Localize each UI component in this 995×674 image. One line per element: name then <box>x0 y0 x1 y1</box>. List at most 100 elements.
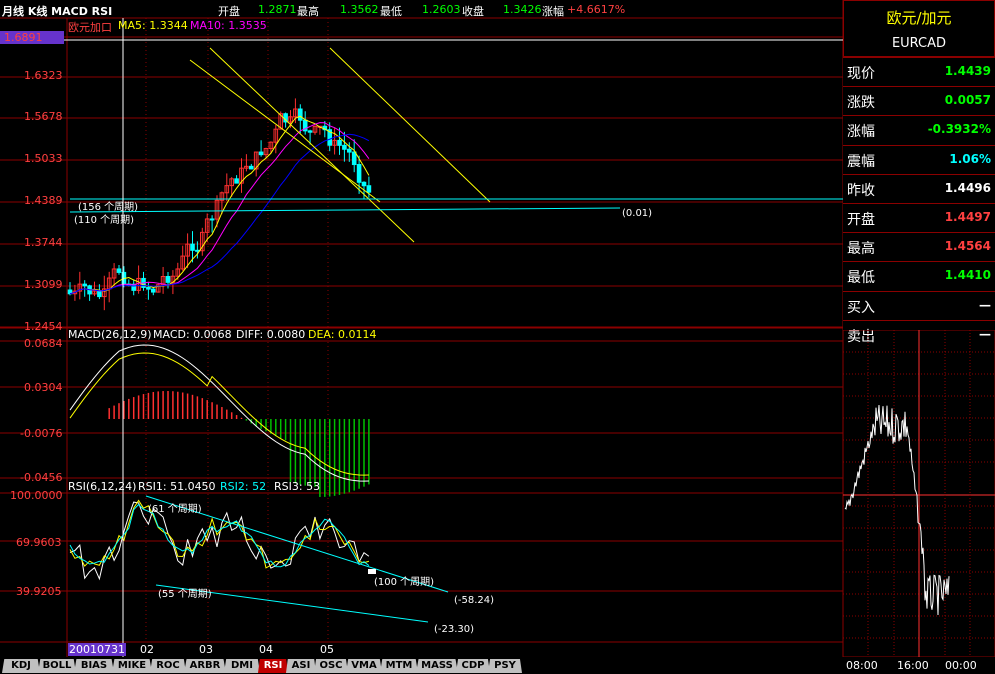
rsi1-line <box>69 501 370 581</box>
macd-value: MACD: 0.0068 <box>153 328 232 341</box>
candle-body <box>307 130 313 133</box>
tab-vma[interactable]: VMA <box>346 659 382 673</box>
tab-mass[interactable]: MASS <box>416 659 458 673</box>
rsi-tick-1: 69.9603 <box>16 536 62 549</box>
candle-body <box>351 151 357 166</box>
macd-dea: DEA: 0.0114 <box>308 328 377 341</box>
candle-body <box>298 108 303 121</box>
x-axis-label-03: 03 <box>199 643 213 656</box>
candle-body <box>361 181 367 187</box>
macd-tick-1: 0.0304 <box>24 381 63 394</box>
tab-mtm[interactable]: MTM <box>380 659 418 673</box>
quote-row-value: 0.0057 <box>944 93 991 108</box>
trend-line <box>189 59 381 203</box>
quote-row-label: 最高 <box>847 241 875 258</box>
indicator-tabs: KDJ BOLL BIAS MIKE ROC ARBR DMI RSI ASI OSC VMA MTM… <box>0 657 843 674</box>
quote-symbol-name: 欧元/加元 <box>886 9 952 27</box>
candle-body <box>195 249 200 252</box>
rsi-series <box>69 495 449 623</box>
price-tick-6: 1.3099 <box>24 278 63 291</box>
tab-dmi[interactable]: DMI <box>224 659 260 673</box>
macd-tick-2: -0.0076 <box>20 427 63 440</box>
quote-row-label: 现价 <box>847 66 875 82</box>
x-axis-label-02: 02 <box>140 643 154 656</box>
candle-body <box>356 164 362 183</box>
tab-osc[interactable]: OSC <box>314 659 348 673</box>
quote-row: 最高 1.4564 <box>843 232 995 260</box>
macd-diff: DIFF: 0.0080 <box>236 328 306 341</box>
price-tick-7: 1.2454 <box>24 320 63 333</box>
annotation-110: (110 个周期) <box>74 215 135 226</box>
quote-row: 最低 1.4410 <box>843 261 995 289</box>
macd-tick-0: 0.0684 <box>24 337 63 350</box>
quote-row-label: 涨跌 <box>847 95 875 112</box>
quote-row: 昨收 1.4496 <box>843 173 995 202</box>
quote-row-value: 1.4497 <box>944 210 991 224</box>
candle-body <box>151 288 156 293</box>
kline-symbol-name: 欧元加口 <box>68 21 112 34</box>
tab-mike[interactable]: MIKE <box>112 659 152 673</box>
candle-body <box>342 144 347 150</box>
quote-row-label: 最低 <box>847 270 875 287</box>
rsi3-value: RSI3: 53 <box>274 480 321 493</box>
quote-row-label: 震幅 <box>847 153 875 170</box>
intraday-chart[interactable] <box>843 330 995 657</box>
x-axis-date: 20010731 <box>69 643 125 656</box>
tab-cdp[interactable]: CDP <box>456 659 490 673</box>
intraday-time-2: 00:00 <box>945 659 977 672</box>
quote-row: 开盘 1.4497 <box>843 203 995 231</box>
rsi2-value: RSI2: 52 <box>220 480 267 493</box>
quote-row-value: -0.3932% <box>927 122 991 137</box>
tab-asi[interactable]: ASI <box>286 659 316 673</box>
rsi-annotation-61: (61 个周期) <box>148 504 202 515</box>
x-axis-label-05: 05 <box>320 643 334 656</box>
quote-row: 涨跌 0.0057 <box>843 86 995 114</box>
quote-row: 震幅 1.06% <box>843 144 995 173</box>
price-tick-5: 1.3744 <box>24 236 63 249</box>
rsi-tick-0: 100.0000 <box>10 489 63 502</box>
intraday-grid <box>843 330 995 657</box>
quote-row-value: 1.4410 <box>944 268 991 283</box>
tab-bias[interactable]: BIAS <box>74 659 114 673</box>
quote-panel: 欧元/加元 EURCAD 现价 1.4439 涨跌 0.0057 涨幅 -0.3932% 震… <box>843 0 995 345</box>
rsi-annotation-100: (100 个周期) <box>374 577 435 588</box>
candle-body <box>209 218 215 221</box>
quote-row-value: 1.06% <box>949 151 991 166</box>
price-tick-4: 1.4389 <box>24 194 63 207</box>
rsi-annotation-2330: (-23.30) <box>434 624 475 635</box>
intraday-time-0: 08:00 <box>846 659 878 672</box>
candle-body <box>347 148 352 153</box>
candle-body <box>146 286 151 290</box>
quote-row-value: 1.4496 <box>944 180 991 195</box>
candle-body <box>234 178 239 184</box>
tab-roc[interactable]: ROC <box>150 659 186 673</box>
quote-row-value: — <box>979 297 991 312</box>
quote-row: 现价 1.4439 <box>843 57 995 85</box>
candle-body <box>366 185 372 193</box>
annotation-001: (0.01) <box>622 208 653 219</box>
tab-kdj[interactable]: KDJ <box>2 659 40 673</box>
candle-body <box>258 151 264 156</box>
tab-boll[interactable]: BOLL <box>38 659 76 673</box>
ma5-label: MA5: 1.3344 <box>118 19 188 32</box>
horizontal-line-110 <box>69 207 621 213</box>
tab-rsi[interactable]: RSI <box>258 659 288 673</box>
price-tick-0: 1.6891 <box>4 31 43 44</box>
tab-psy[interactable]: PSY <box>488 659 522 673</box>
candle-body <box>190 243 195 251</box>
macd-tick-3: -0.0456 <box>20 471 63 484</box>
quote-row-value: 1.4564 <box>944 239 991 254</box>
price-tick-1: 1.6323 <box>24 69 63 82</box>
intraday-time-1: 16:00 <box>897 659 929 672</box>
macd-series <box>69 344 370 497</box>
quote-row-label: 买入 <box>847 299 875 316</box>
rsi-annotation-5824: (-58.24) <box>454 595 495 606</box>
candle-body <box>337 139 342 146</box>
quote-row-label: 涨幅 <box>847 124 875 141</box>
ma10-label: MA10: 1.3535 <box>190 19 267 32</box>
quote-row-label: 昨收 <box>847 182 875 199</box>
rsi-annotation-55: (55 个周期) <box>158 589 212 600</box>
tab-arbr[interactable]: ARBR <box>184 659 226 673</box>
trend-line <box>329 47 491 203</box>
intraday-price-line <box>844 404 950 615</box>
